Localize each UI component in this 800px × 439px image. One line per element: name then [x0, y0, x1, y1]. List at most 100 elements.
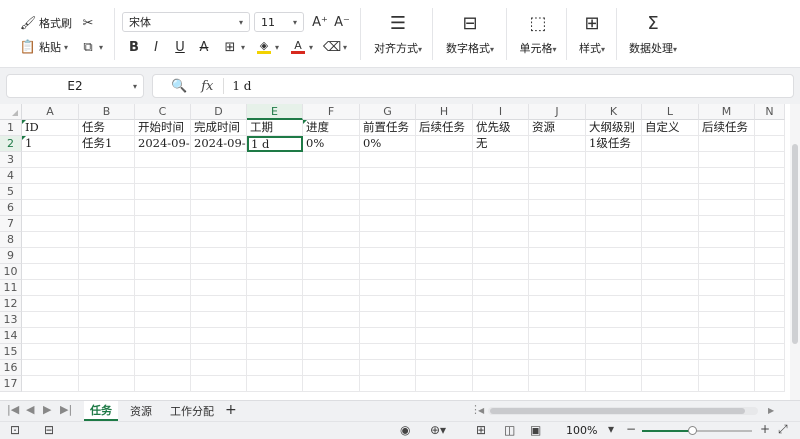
cell-b6[interactable] [79, 200, 135, 216]
cell-e3[interactable] [247, 152, 303, 168]
zoom-slider-knob[interactable] [687, 426, 697, 435]
cell-k15[interactable] [586, 344, 642, 360]
cell-b8[interactable] [79, 232, 135, 248]
copy-button[interactable]: ⧉ ▾ [80, 37, 103, 57]
cell-m11[interactable] [699, 280, 755, 296]
cell-i14[interactable] [473, 328, 529, 344]
cell-c16[interactable] [135, 360, 191, 376]
cell-h14[interactable] [416, 328, 473, 344]
horizontal-scrollbar[interactable] [488, 407, 758, 415]
cell-d16[interactable] [191, 360, 247, 376]
cell-j8[interactable] [529, 232, 586, 248]
border-button[interactable]: ⊞ ▾ [222, 37, 245, 57]
cell-n11[interactable] [755, 280, 785, 296]
clear-format-button[interactable]: ⌫ ▾ [323, 37, 347, 57]
cell-n14[interactable] [755, 328, 785, 344]
row-header-6[interactable]: 6 [0, 200, 22, 216]
cell-l14[interactable] [642, 328, 699, 344]
cell-m1[interactable]: 后续任务 [699, 120, 755, 136]
row-header-9[interactable]: 9 [0, 248, 22, 264]
cell-k10[interactable] [586, 264, 642, 280]
cell-i7[interactable] [473, 216, 529, 232]
cell-l6[interactable] [642, 200, 699, 216]
cell-e7[interactable] [247, 216, 303, 232]
zoom-out-icon[interactable]: − [626, 422, 636, 436]
cell-g2[interactable]: 0% [360, 136, 416, 152]
cell-d10[interactable] [191, 264, 247, 280]
column-header-f[interactable]: F [303, 104, 360, 120]
cell-h9[interactable] [416, 248, 473, 264]
row-header-5[interactable]: 5 [0, 184, 22, 200]
cell-l16[interactable] [642, 360, 699, 376]
cell-a14[interactable] [22, 328, 79, 344]
cell-b12[interactable] [79, 296, 135, 312]
cell-h8[interactable] [416, 232, 473, 248]
cell-k1[interactable]: 大纲级别 [586, 120, 642, 136]
cell-l13[interactable] [642, 312, 699, 328]
cell-h5[interactable] [416, 184, 473, 200]
row-header-16[interactable]: 16 [0, 360, 22, 376]
cell-f4[interactable] [303, 168, 360, 184]
cell-n5[interactable] [755, 184, 785, 200]
cell-n4[interactable] [755, 168, 785, 184]
cell-l1[interactable]: 自定义 [642, 120, 699, 136]
cell-g9[interactable] [360, 248, 416, 264]
cell-g14[interactable] [360, 328, 416, 344]
formula-input-area[interactable]: 🔍 fx 1 d [152, 74, 794, 98]
align-button[interactable]: ☰ 对齐方式▾ [370, 12, 426, 56]
vertical-scrollbar[interactable] [790, 104, 800, 400]
cell-c3[interactable] [135, 152, 191, 168]
cell-f16[interactable] [303, 360, 360, 376]
column-header-j[interactable]: J [529, 104, 586, 120]
cell-g4[interactable] [360, 168, 416, 184]
cell-e8[interactable] [247, 232, 303, 248]
cell-n10[interactable] [755, 264, 785, 280]
cell-f11[interactable] [303, 280, 360, 296]
row-header-13[interactable]: 13 [0, 312, 22, 328]
cell-f12[interactable] [303, 296, 360, 312]
cell-n17[interactable] [755, 376, 785, 392]
prev-sheet-icon[interactable]: ◀ [26, 403, 34, 416]
column-header-i[interactable]: I [473, 104, 529, 120]
font-name-select[interactable]: 宋体 ▾ [122, 12, 250, 32]
cell-m4[interactable] [699, 168, 755, 184]
cell-h13[interactable] [416, 312, 473, 328]
cell-a8[interactable] [22, 232, 79, 248]
cell-l15[interactable] [642, 344, 699, 360]
row-header-3[interactable]: 3 [0, 152, 22, 168]
split-view-icon[interactable]: ◫ [504, 423, 515, 437]
page-view-icon[interactable]: ⊕▾ [430, 423, 446, 437]
fx-icon[interactable]: fx [201, 79, 213, 94]
cell-g10[interactable] [360, 264, 416, 280]
cell-k6[interactable] [586, 200, 642, 216]
cell-c4[interactable] [135, 168, 191, 184]
cell-l2[interactable] [642, 136, 699, 152]
cell-e4[interactable] [247, 168, 303, 184]
cell-g8[interactable] [360, 232, 416, 248]
scroll-left-icon[interactable]: ◀ [478, 406, 484, 415]
cell-a11[interactable] [22, 280, 79, 296]
row-header-7[interactable]: 7 [0, 216, 22, 232]
cell-e13[interactable] [247, 312, 303, 328]
cell-b11[interactable] [79, 280, 135, 296]
cell-k5[interactable] [586, 184, 642, 200]
fullscreen-icon[interactable]: ⤢ [778, 422, 788, 437]
cell-f14[interactable] [303, 328, 360, 344]
font-color-button[interactable]: A ▾ [290, 37, 313, 57]
cell-j11[interactable] [529, 280, 586, 296]
cell-e10[interactable] [247, 264, 303, 280]
cell-f9[interactable] [303, 248, 360, 264]
cell-b5[interactable] [79, 184, 135, 200]
cell-m2[interactable] [699, 136, 755, 152]
page-break-view-icon[interactable]: ▣ [530, 423, 541, 437]
column-header-k[interactable]: K [586, 104, 642, 120]
cell-n2[interactable] [755, 136, 785, 152]
cell-a16[interactable] [22, 360, 79, 376]
row-header-14[interactable]: 14 [0, 328, 22, 344]
paste-button[interactable]: 📋 粘贴 ▾ [20, 37, 68, 57]
cell-k11[interactable] [586, 280, 642, 296]
cell-b3[interactable] [79, 152, 135, 168]
cell-a2[interactable]: 1 [22, 136, 79, 152]
cell-a15[interactable] [22, 344, 79, 360]
cell-n3[interactable] [755, 152, 785, 168]
